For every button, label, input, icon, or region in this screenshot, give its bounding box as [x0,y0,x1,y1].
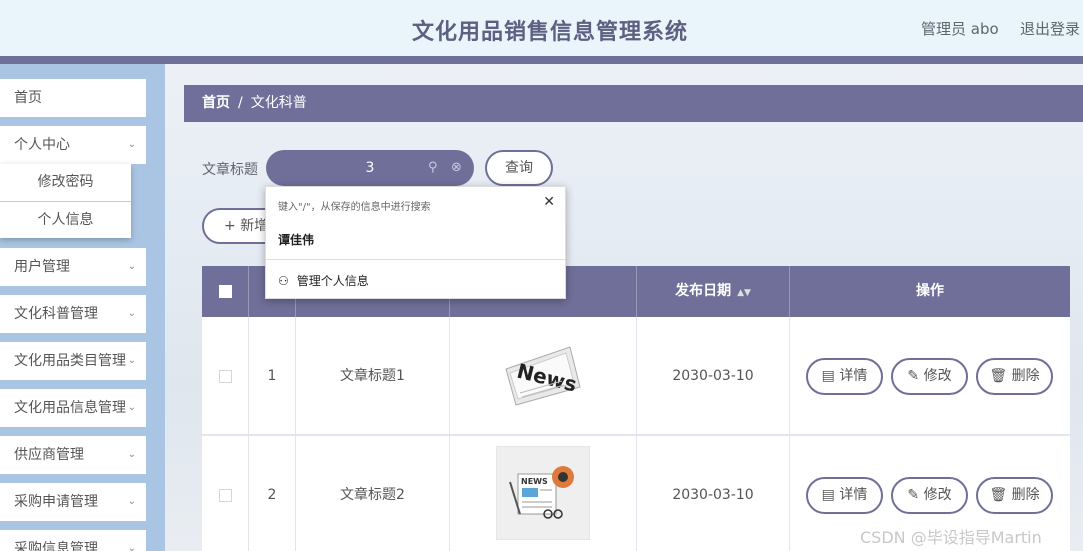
detail-icon: ▤ [821,487,840,503]
header-actions: 操作 [916,283,944,299]
search-input[interactable]: 3 ⚲ ⊗ [266,150,474,186]
row-checkbox[interactable] [218,369,232,383]
sidebar-item-category-management[interactable]: 文化用品类目管理 ⌄ [0,342,146,380]
clear-icon[interactable]: ⊗ [451,150,462,186]
row-date: 2030-03-10 [637,436,790,551]
header-select-all[interactable] [202,266,249,317]
delete-label: 删除 [1011,368,1040,384]
query-button[interactable]: 查询 [485,150,553,186]
sidebar-item-product-info[interactable]: 文化用品信息管理 ⌄ [0,389,146,427]
manage-personal-info-link[interactable]: ⚇ 管理个人信息 [278,272,369,289]
search-label: 文章标题 [202,162,258,178]
sidebar-item-personal-center[interactable]: 个人中心 ⌄ [0,126,146,164]
sidebar-item-label: 个人中心 [14,137,70,153]
chevron-down-icon: ⌄ [127,496,136,507]
chevron-down-icon: ⌄ [127,308,136,319]
table-row: 1 文章标题1 News 2030-03-10 ▤ 详情 ✎ 修改 🗑 删除 [202,317,1070,435]
add-button-label: 新增 [240,218,269,234]
manage-label: 管理个人信息 [296,274,369,288]
chevron-down-icon: ⌄ [127,261,136,272]
edit-icon: ✎ [907,368,924,384]
sidebar-item-purchase-info[interactable]: 采购信息管理 ⌄ [0,530,146,551]
trash-icon: 🗑 [989,368,1012,384]
watermark: CSDN @毕设指导Martin [860,528,1042,547]
search-icon: ⚲ [428,160,438,175]
chevron-down-icon: ⌄ [127,543,136,551]
news-illustration-image: NEWS [496,446,590,540]
sidebar-item-label: 采购申请管理 [14,494,98,510]
autofill-suggestion[interactable]: 谭佳伟 [278,231,314,248]
row-index: 1 [249,317,296,435]
sidebar-item-label: 供应商管理 [14,447,84,463]
autofill-dropdown: 键入"/"，从保存的信息中进行搜索 ✕ 谭佳伟 ⚇ 管理个人信息 [265,186,566,299]
sidebar-item-home[interactable]: 首页 [0,79,146,117]
chevron-down-icon: ⌄ [127,402,136,413]
edit-icon: ✎ [907,487,924,503]
detail-button[interactable]: ▤ 详情 [806,358,883,395]
logout-link[interactable]: 退出登录 [1020,18,1080,39]
row-select[interactable] [202,317,249,435]
sidebar-item-label: 文化用品信息管理 [14,400,126,416]
current-user: 管理员 abo [921,20,999,38]
personal-center-submenu: 修改密码 个人信息 [0,164,131,238]
header-publish-date-label: 发布日期 [675,283,732,299]
row-image-cell: News [450,317,637,435]
news-newspaper-image: News [505,346,581,406]
row-date: 2030-03-10 [637,317,790,435]
sidebar-item-label: 用户管理 [14,259,70,275]
edit-button[interactable]: ✎ 修改 [891,358,968,395]
row-checkbox[interactable] [218,488,232,502]
plus-icon: + [224,218,241,234]
detail-label: 详情 [839,487,868,503]
chevron-down-icon: ⌄ [127,139,136,150]
header-publish-date[interactable]: 发布日期 ▲▼ [637,266,790,317]
breadcrumb-separator: / [238,95,243,111]
sidebar-item-label: 文化用品类目管理 [14,353,126,369]
chevron-down-icon: ⌄ [127,449,136,460]
close-icon[interactable]: ✕ [543,194,555,210]
chevron-down-icon: ⌄ [127,355,136,366]
sidebar-item-user-management[interactable]: 用户管理 ⌄ [0,248,146,286]
breadcrumb-home[interactable]: 首页 [202,95,230,111]
sidebar-item-purchase-request[interactable]: 采购申请管理 ⌄ [0,483,146,521]
submenu-item-change-password[interactable]: 修改密码 [0,164,131,201]
detail-label: 详情 [839,368,868,384]
autofill-hint: 键入"/"，从保存的信息中进行搜索 [278,202,431,213]
sort-icon[interactable]: ▲▼ [737,288,751,298]
top-header: 文化用品销售信息管理系统 管理员 abo 退出登录 [0,0,1083,56]
delete-button[interactable]: 🗑 删除 [976,358,1053,395]
breadcrumb-current: 文化科普 [250,95,307,111]
sidebar-item-culture-science[interactable]: 文化科普管理 ⌄ [0,295,146,333]
svg-text:NEWS: NEWS [521,477,548,486]
row-title: 文章标题2 [296,436,450,551]
trash-icon: 🗑 [989,487,1012,503]
row-actions: ▤ 详情 ✎ 修改 🗑 删除 [790,317,1070,435]
delete-button[interactable]: 🗑 删除 [976,477,1053,514]
header-accent-bar [0,56,1083,64]
sidebar-item-label: 文化科普管理 [14,306,98,322]
breadcrumb: 首页 / 文化科普 [184,85,1083,122]
search-input-value: 3 [365,160,375,176]
edit-label: 修改 [923,368,952,384]
row-index: 2 [249,436,296,551]
detail-icon: ▤ [821,368,840,384]
row-image-cell: NEWS [450,436,637,551]
sidebar-item-supplier[interactable]: 供应商管理 ⌄ [0,436,146,474]
sidebar-item-label: 采购信息管理 [14,541,98,551]
delete-label: 删除 [1011,487,1040,503]
row-title: 文章标题1 [296,317,450,435]
data-table: 序 发布日期▲▼ 操作 1 文章标题1 News 2030-03-10 ▤ 详情… [202,266,1070,551]
detail-button[interactable]: ▤ 详情 [806,477,883,514]
sidebar-item-label: 首页 [14,90,42,106]
edit-label: 修改 [923,487,952,503]
row-select[interactable] [202,436,249,551]
autofill-divider [266,259,565,260]
submenu-item-personal-info[interactable]: 个人信息 [0,201,131,238]
edit-button[interactable]: ✎ 修改 [891,477,968,514]
select-all-checkbox[interactable] [218,284,232,298]
person-settings-icon: ⚇ [278,274,289,288]
